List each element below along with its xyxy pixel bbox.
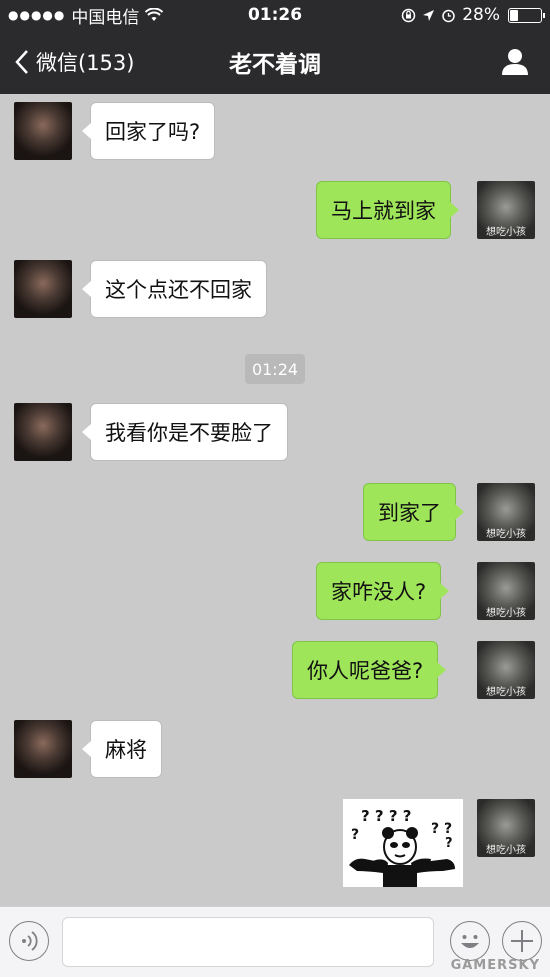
message-bubble-incoming[interactable]: 回家了吗? <box>81 102 216 160</box>
svg-text:?: ? <box>445 836 453 851</box>
panda-sticker-image: ? ? ? ? ? ? ? ? <box>349 807 455 887</box>
battery-percent: 28% <box>462 5 500 25</box>
message-bubble-incoming[interactable]: 麻将 <box>82 720 162 778</box>
rotation-lock-icon <box>401 8 416 22</box>
my-avatar[interactable]: 想吃小孩 <box>477 181 535 239</box>
avatar-caption: 想吃小孩 <box>486 227 526 238</box>
message-bubble-outgoing[interactable]: 到家了 <box>363 483 464 541</box>
more-options-button[interactable] <box>502 921 542 961</box>
voice-input-button[interactable] <box>9 921 49 961</box>
avatar-caption: 想吃小孩 <box>486 687 526 698</box>
avatar-caption: 想吃小孩 <box>486 845 526 856</box>
contact-avatar[interactable] <box>14 403 72 461</box>
message-bubble-outgoing[interactable]: 家咋没人? <box>316 562 450 620</box>
status-left: ●●●●● 中国电信 <box>8 3 164 28</box>
svg-text:? ? ? ?: ? ? ? ? <box>361 807 411 825</box>
plus-icon <box>510 929 533 952</box>
message-bubble-incoming[interactable]: 这个点还不回家 <box>82 260 267 318</box>
contact-avatar[interactable] <box>14 720 72 778</box>
location-arrow-icon <box>423 9 435 21</box>
my-avatar[interactable]: 想吃小孩 <box>477 562 535 620</box>
status-right: 28% <box>401 5 545 25</box>
emoji-button[interactable] <box>450 921 490 961</box>
svg-text:? ?: ? ? <box>431 821 452 837</box>
message-bubble-incoming[interactable]: 我看你是不要脸了 <box>82 403 288 461</box>
back-button[interactable]: 微信(153) <box>14 30 134 94</box>
message-bubble-outgoing[interactable]: 你人呢爸爸? <box>292 641 447 699</box>
status-time: 01:26 <box>247 5 303 25</box>
contact-avatar[interactable] <box>14 260 72 318</box>
avatar-caption: 想吃小孩 <box>486 608 526 619</box>
smiley-icon <box>460 934 479 948</box>
voice-icon <box>21 930 38 951</box>
my-avatar[interactable]: 想吃小孩 <box>477 483 535 541</box>
message-bubble-outgoing[interactable]: 马上就到家 <box>316 181 459 239</box>
avatar-caption: 想吃小孩 <box>486 529 526 540</box>
carrier-label: 中国电信 <box>71 7 140 28</box>
my-avatar[interactable]: 想吃小孩 <box>477 641 535 699</box>
chat-area[interactable]: 回家了吗? 马上就到家 想吃小孩 这个点还不回家 01:24 我看你是不要脸了 … <box>0 94 550 906</box>
battery-icon <box>508 7 545 23</box>
battery-level <box>510 9 519 21</box>
time-divider: 01:24 <box>245 354 305 384</box>
back-label: 微信(153) <box>36 51 135 75</box>
input-bar: GAMERSKY <box>0 906 550 977</box>
watermark: GAMERSKY <box>450 958 540 973</box>
nav-bar: 微信(153) 老不着调 <box>0 30 550 94</box>
chevron-left-icon <box>15 50 28 74</box>
alarm-icon <box>442 9 455 22</box>
signal-strength-icon: ●●●●● <box>8 8 66 22</box>
status-bar: ●●●●● 中国电信 01:26 28% <box>0 0 550 30</box>
profile-icon[interactable] <box>500 46 530 76</box>
my-avatar[interactable]: 想吃小孩 <box>477 799 535 857</box>
message-input[interactable] <box>62 917 434 967</box>
panda-meme-sticker[interactable]: ? ? ? ? ? ? ? ? <box>343 799 463 887</box>
wifi-icon <box>145 8 164 21</box>
contact-avatar[interactable] <box>14 102 72 160</box>
svg-text:?: ? <box>351 827 359 843</box>
